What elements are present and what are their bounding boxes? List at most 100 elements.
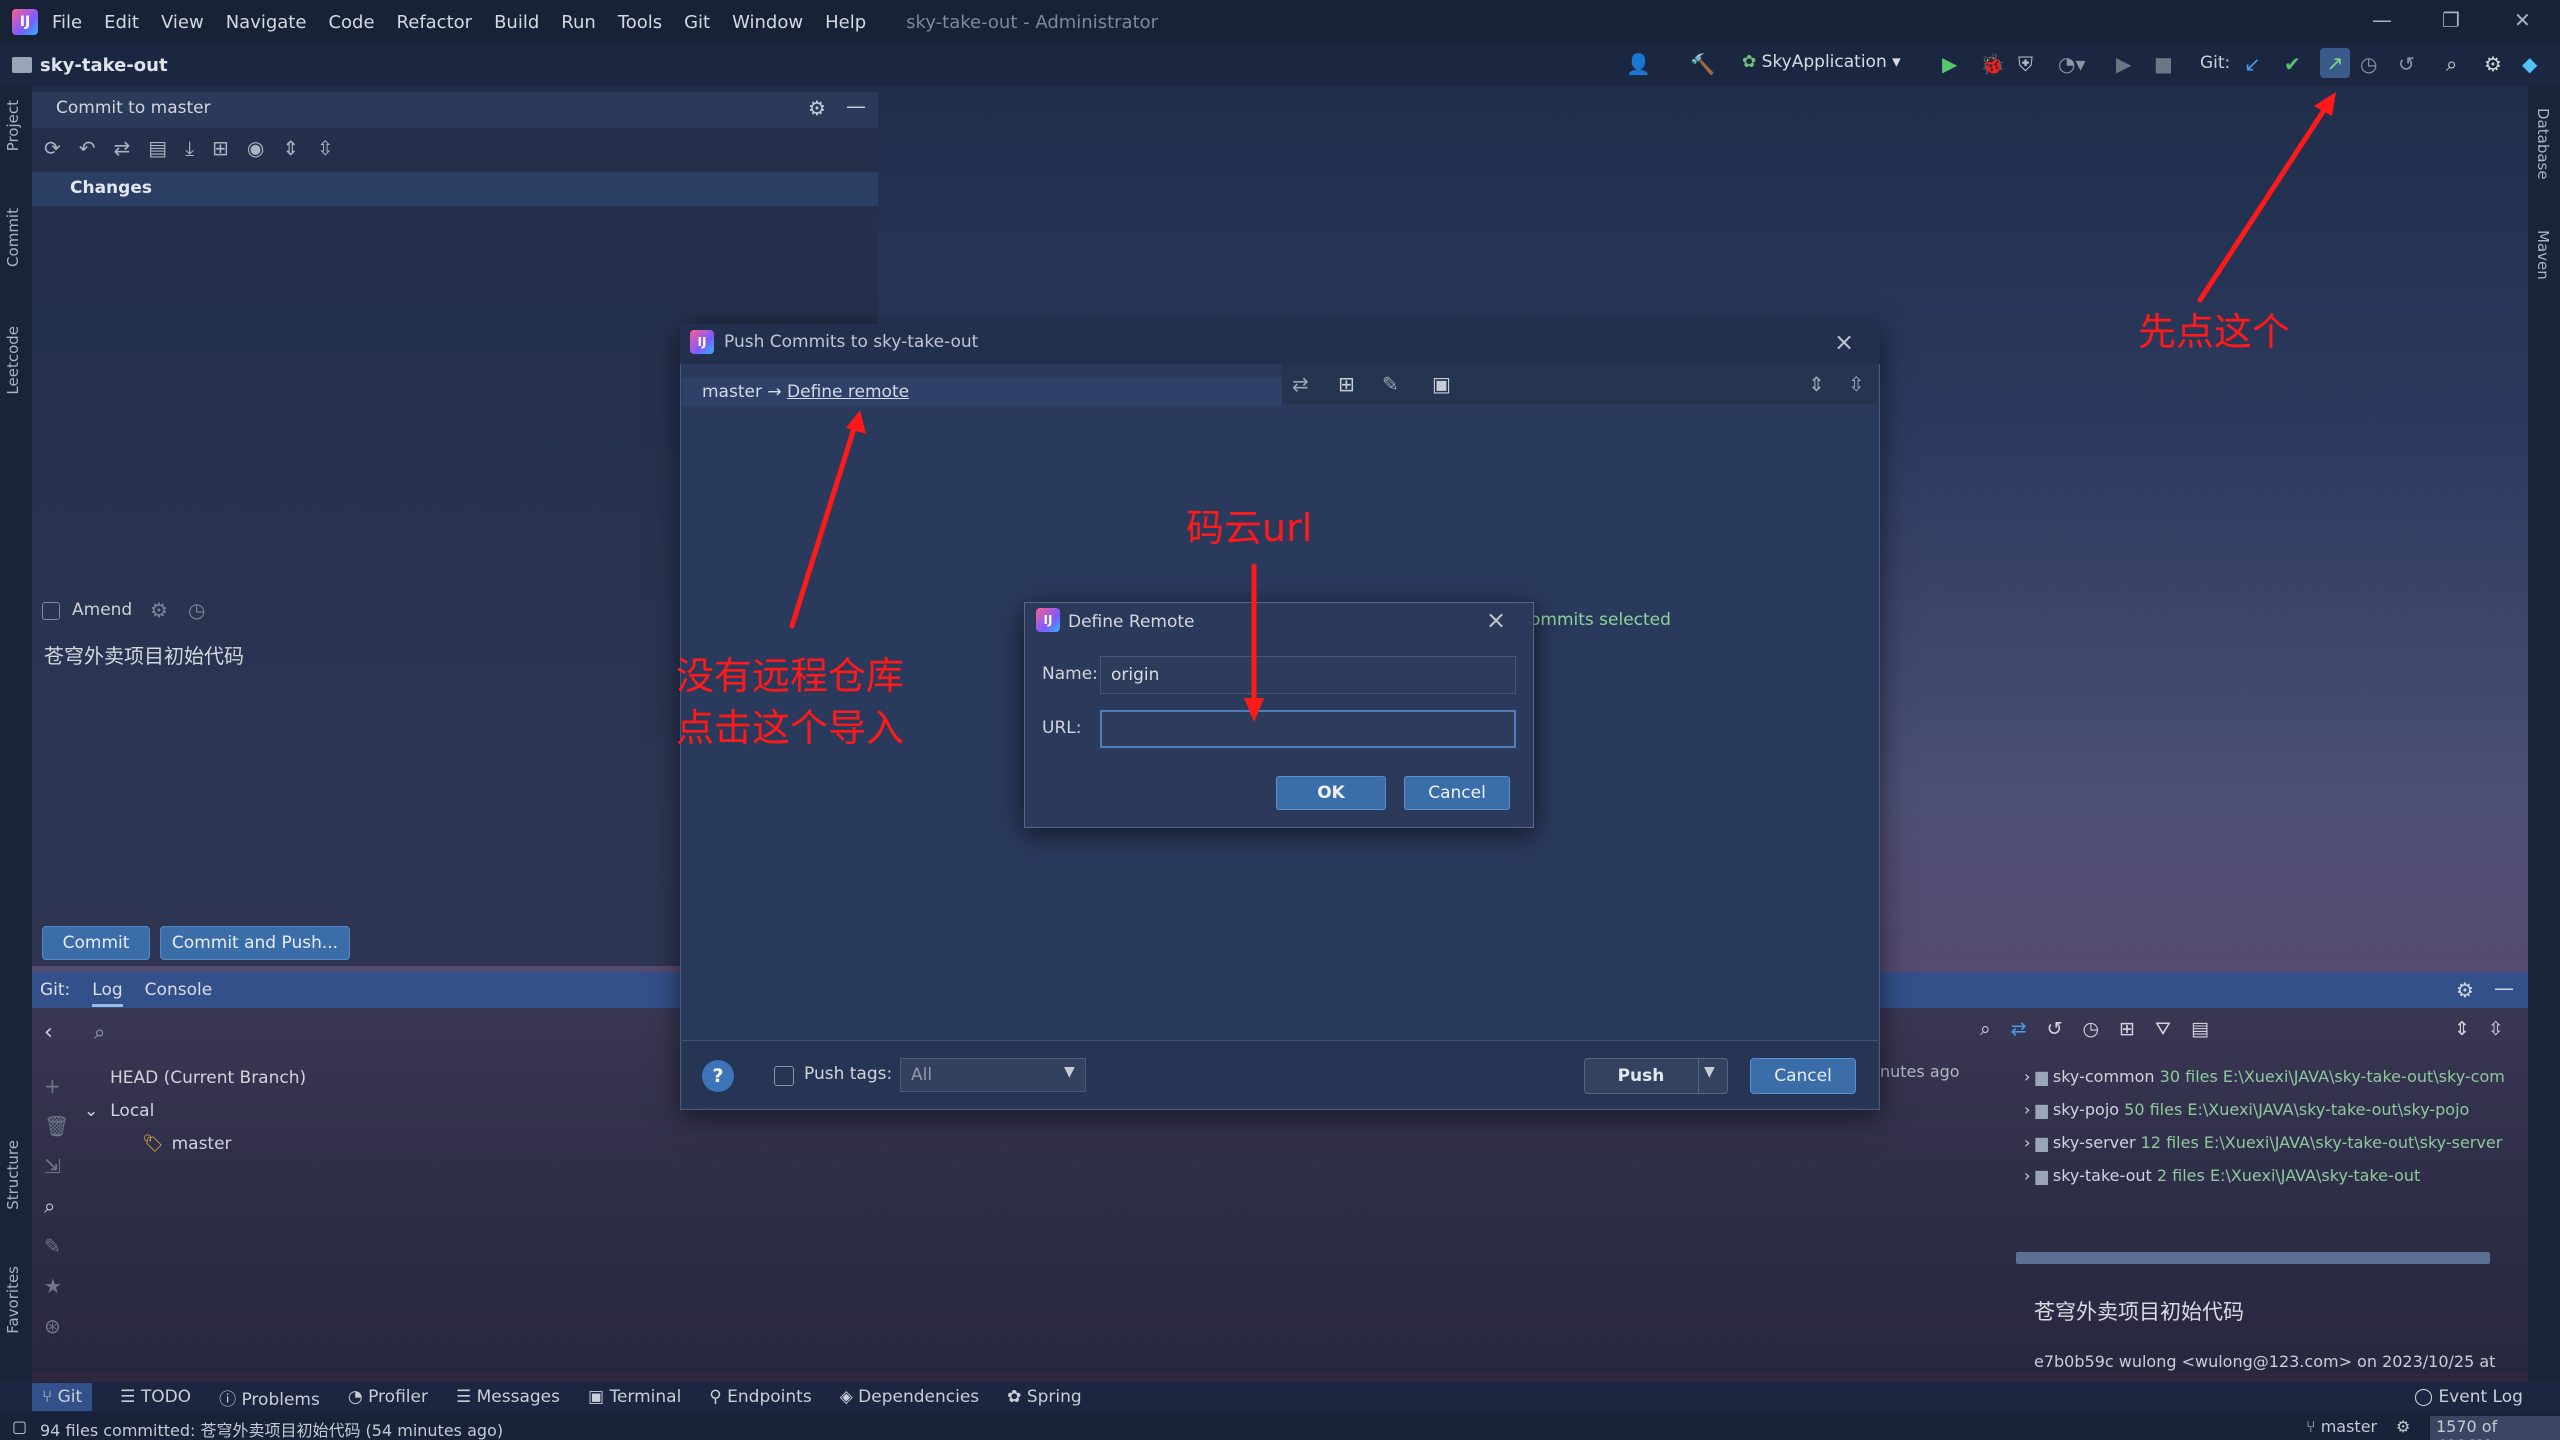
git-update-icon[interactable]: ↙ bbox=[2244, 52, 2261, 76]
rollback-icon[interactable]: ↺ bbox=[2398, 52, 2415, 76]
branch-head-item[interactable]: HEAD (Current Branch) bbox=[110, 1062, 306, 1095]
add-icon[interactable]: + bbox=[44, 1066, 69, 1106]
filter-icon[interactable]: ⛛ bbox=[2155, 1018, 2191, 1040]
changes-search-icon[interactable]: ⌕ bbox=[1980, 1018, 2011, 1040]
close-window-button[interactable]: ✕ bbox=[2514, 8, 2531, 32]
push-tags-select[interactable]: All bbox=[900, 1058, 1086, 1092]
module-row[interactable]: › ▆ sky-take-out 2 files E:\Xuexi\JAVA\s… bbox=[2024, 1159, 2505, 1192]
diff-icon[interactable]: ⇄ bbox=[1292, 372, 1309, 396]
branch-master-item[interactable]: 🏷 master bbox=[142, 1128, 306, 1161]
tab-problems[interactable]: ⓘ Problems bbox=[219, 1385, 320, 1410]
define-remote-link[interactable]: Define remote bbox=[787, 382, 909, 402]
tab-database[interactable]: Database bbox=[2534, 108, 2552, 180]
plugin-logo-icon[interactable]: ◆ bbox=[2522, 52, 2537, 76]
expand-all-icon[interactable]: ⇕ bbox=[1808, 372, 1825, 396]
refresh-icon[interactable]: ⟳ bbox=[44, 136, 79, 160]
cherry-pick-icon[interactable]: ⊛ bbox=[44, 1306, 69, 1346]
search-icon[interactable]: ⌕ bbox=[2446, 52, 2457, 76]
settings-gear-icon[interactable]: ⚙ bbox=[2484, 52, 2502, 76]
tab-log[interactable]: Log bbox=[92, 980, 123, 1007]
run-config-selector[interactable]: ✿ SkyApplication ▾ bbox=[1742, 52, 1901, 72]
collapse-all-icon[interactable]: ⇳ bbox=[1848, 372, 1865, 396]
revert-icon[interactable]: ↺ bbox=[2047, 1018, 2083, 1040]
tab-console[interactable]: Console bbox=[145, 980, 213, 1007]
remote-url-input[interactable] bbox=[1100, 710, 1516, 748]
build-hammer-icon[interactable]: 🔨 bbox=[1690, 52, 1715, 76]
changes-group-row[interactable] bbox=[32, 172, 878, 206]
status-memory[interactable]: 1570 of 4096M bbox=[2430, 1416, 2560, 1440]
history-icon[interactable]: ◷ bbox=[2360, 52, 2377, 76]
tab-endpoints[interactable]: ⚲ Endpoints bbox=[709, 1387, 811, 1407]
coverage-icon[interactable]: ⛨ bbox=[2018, 52, 2033, 76]
horizontal-scrollbar[interactable] bbox=[2016, 1252, 2490, 1264]
status-window-icon[interactable]: ▢ bbox=[12, 1417, 27, 1436]
group-icon[interactable]: ⊞ bbox=[2119, 1018, 2155, 1040]
remote-name-input[interactable] bbox=[1100, 656, 1516, 694]
shelve-icon[interactable]: ▤ bbox=[148, 136, 185, 160]
menu-view[interactable]: View bbox=[161, 12, 204, 33]
push-cancel-button[interactable]: Cancel bbox=[1750, 1058, 1856, 1094]
history-icon[interactable]: ◷ bbox=[2082, 1018, 2119, 1040]
commit-panel-title[interactable]: Commit to master bbox=[56, 98, 211, 118]
panel-minimize-icon[interactable]: — bbox=[846, 94, 866, 118]
preview-eye-icon[interactable]: ◉ bbox=[247, 136, 282, 160]
tab-project[interactable]: Project bbox=[4, 100, 22, 151]
menu-build[interactable]: Build bbox=[494, 12, 539, 33]
menu-navigate[interactable]: Navigate bbox=[226, 12, 307, 33]
user-icon[interactable]: 👤 bbox=[1626, 52, 1651, 76]
fetch-icon[interactable]: ⇲ bbox=[44, 1146, 69, 1186]
status-branch[interactable]: ⑂ master bbox=[2306, 1417, 2377, 1436]
git-push-button[interactable]: ↗ bbox=[2320, 48, 2350, 78]
push-options-chevron-icon[interactable]: ▼ bbox=[1704, 1064, 1715, 1080]
commit-options-gear-icon[interactable]: ⚙ bbox=[150, 598, 168, 622]
layout-icon[interactable]: ▣ bbox=[1432, 372, 1451, 396]
tab-structure[interactable]: Structure bbox=[4, 1140, 22, 1210]
define-remote-close-icon[interactable]: × bbox=[1486, 606, 1506, 634]
tab-spring[interactable]: ✿ Spring bbox=[1007, 1387, 1082, 1407]
menu-window[interactable]: Window bbox=[732, 12, 803, 33]
branch-local-group[interactable]: ⌄ Local bbox=[84, 1095, 306, 1128]
tab-messages[interactable]: ☰ Messages bbox=[456, 1387, 560, 1407]
git-window-minimize-icon[interactable]: — bbox=[2494, 976, 2514, 1000]
tab-event-log[interactable]: ◯ Event Log bbox=[2414, 1387, 2523, 1407]
tab-profiler[interactable]: ◔ Profiler bbox=[348, 1387, 428, 1407]
project-breadcrumb[interactable]: sky-take-out bbox=[12, 55, 168, 76]
group-icon[interactable]: ⊞ bbox=[1338, 372, 1355, 396]
git-commit-icon[interactable]: ✔ bbox=[2284, 52, 2301, 76]
module-row[interactable]: › ▆ sky-common 30 files E:\Xuexi\JAVA\sk… bbox=[2024, 1060, 2505, 1093]
amend-checkbox[interactable] bbox=[42, 602, 60, 620]
delete-icon[interactable]: 🗑 bbox=[44, 1106, 69, 1146]
restore-button[interactable]: ❐ bbox=[2442, 8, 2460, 32]
push-dialog-close-icon[interactable]: × bbox=[1834, 328, 1854, 356]
tab-leetcode[interactable]: Leetcode bbox=[4, 326, 22, 395]
tab-terminal[interactable]: ▣ Terminal bbox=[588, 1387, 681, 1407]
tab-commit[interactable]: Commit bbox=[4, 208, 22, 267]
menu-refactor[interactable]: Refactor bbox=[397, 12, 473, 33]
panel-settings-icon[interactable]: ⚙ bbox=[808, 96, 826, 120]
run-icon[interactable]: ▶ bbox=[1942, 52, 1957, 76]
status-message[interactable]: 94 files committed: 苍穹外卖项目初始代码 (54 minut… bbox=[40, 1417, 503, 1440]
favorite-star-icon[interactable]: ★ bbox=[44, 1266, 69, 1306]
rollback-icon[interactable]: ↶ bbox=[79, 136, 114, 160]
commit-and-push-button[interactable]: Commit and Push... bbox=[160, 926, 350, 960]
show-diff-icon[interactable]: ⇄ bbox=[2011, 1018, 2047, 1040]
profile-icon[interactable]: ◔▾ bbox=[2058, 52, 2086, 76]
menu-edit[interactable]: Edit bbox=[104, 12, 139, 33]
remote-ok-button[interactable]: OK bbox=[1276, 776, 1386, 810]
menu-code[interactable]: Code bbox=[328, 12, 374, 33]
tab-git[interactable]: ⑂ Git bbox=[32, 1383, 93, 1411]
edit-icon[interactable]: ✎ bbox=[1382, 372, 1399, 396]
tab-maven[interactable]: Maven bbox=[2534, 230, 2552, 280]
remote-cancel-button[interactable]: Cancel bbox=[1404, 776, 1510, 810]
collapse-all-icon[interactable]: ⇳ bbox=[317, 136, 352, 160]
branch-search-icon[interactable]: ⌕ bbox=[94, 1020, 105, 1044]
git-window-settings-icon[interactable]: ⚙ bbox=[2456, 978, 2474, 1002]
debug-icon[interactable]: 🐞 bbox=[1980, 52, 2005, 76]
group-by-icon[interactable]: ⊞ bbox=[212, 136, 247, 160]
tab-todo[interactable]: ☰ TODO bbox=[120, 1387, 191, 1407]
tab-favorites[interactable]: Favorites bbox=[4, 1266, 22, 1334]
menu-run[interactable]: Run bbox=[561, 12, 596, 33]
diff-icon[interactable]: ⇄ bbox=[114, 136, 149, 160]
commit-message-text[interactable]: 苍穹外卖项目初始代码 bbox=[44, 640, 244, 669]
commit-history-clock-icon[interactable]: ◷ bbox=[188, 598, 205, 622]
